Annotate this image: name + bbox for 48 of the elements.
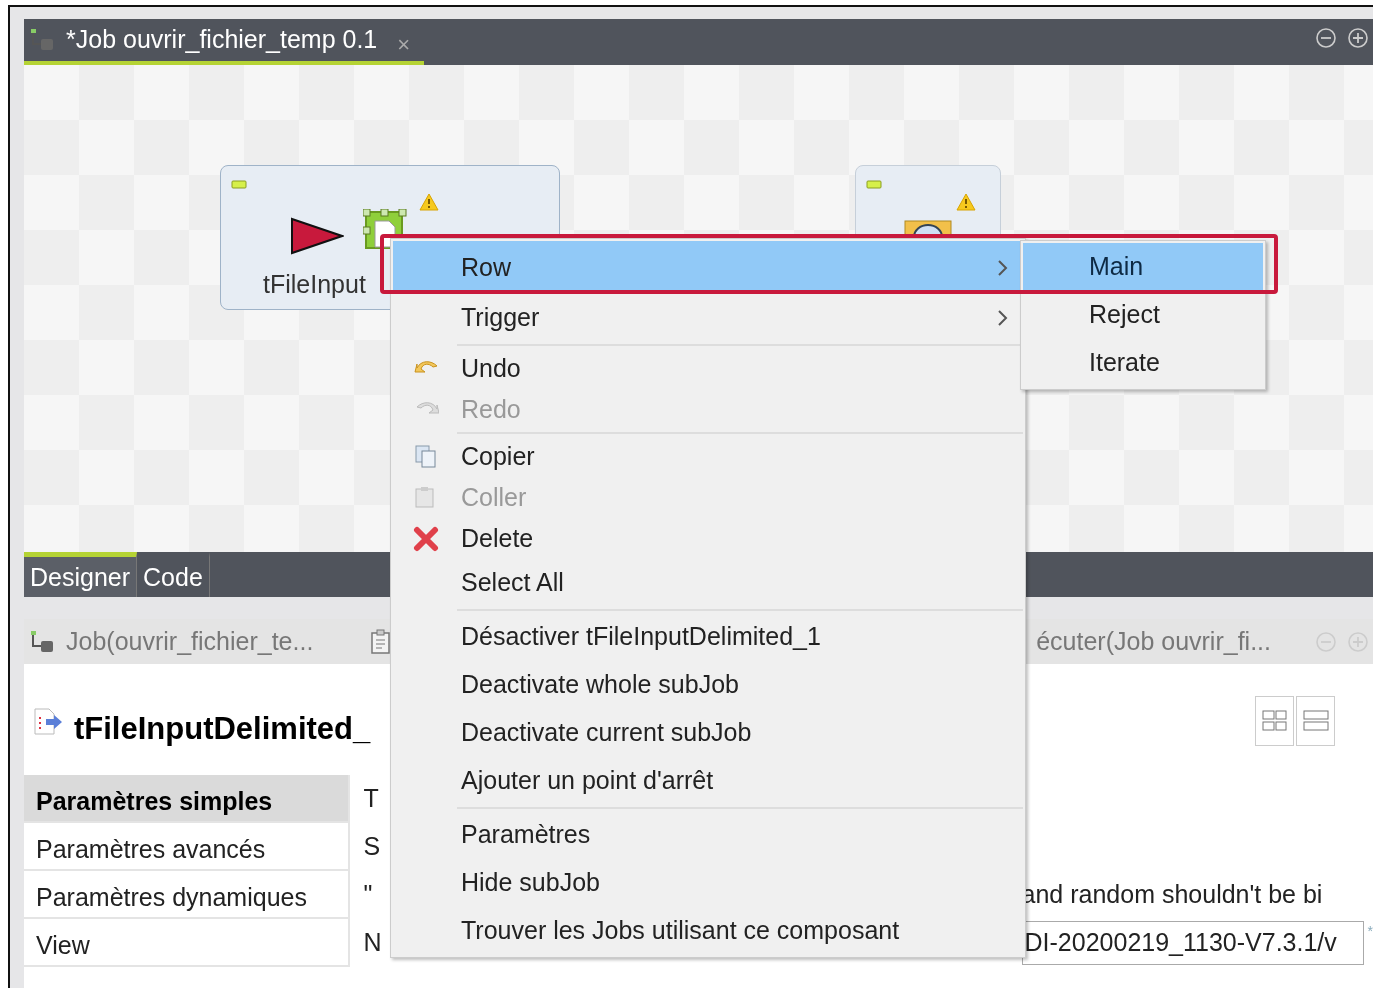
settings-section-item[interactable]: Paramètres dynamiques xyxy=(24,871,348,919)
chevron-right-icon xyxy=(997,309,1009,327)
chevron-right-icon xyxy=(997,258,1009,277)
panel-tab[interactable]: écuter(Job ouvrir_fi... xyxy=(1036,622,1271,661)
collapse-icon xyxy=(866,180,882,190)
menu-item[interactable]: Deactivate current subJob xyxy=(393,709,1023,757)
component-title: tFileInputDelimited_ xyxy=(74,710,371,748)
setting-label: " xyxy=(363,879,373,911)
settings-section-item[interactable]: View xyxy=(24,919,348,967)
warning-icon xyxy=(956,193,976,211)
job-icon xyxy=(30,629,56,654)
submenu-item[interactable]: Reject xyxy=(1023,291,1263,339)
settings-section-item[interactable]: Paramètres simples xyxy=(24,775,348,823)
menu-item[interactable]: Paramètres xyxy=(393,811,1023,859)
copy-icon xyxy=(413,443,439,470)
minimize-icon[interactable] xyxy=(1315,27,1337,49)
pointer-arrow-icon xyxy=(290,217,344,255)
menu-item[interactable]: Select All xyxy=(393,559,1023,607)
job-icon xyxy=(30,28,56,52)
required-mark: * xyxy=(1367,922,1373,941)
submenu-item[interactable]: Iterate xyxy=(1023,339,1263,387)
menu-item[interactable]: Undo xyxy=(393,348,1023,389)
warning-icon xyxy=(419,193,439,211)
menu-item[interactable]: Trouver les Jobs utilisant ce composant xyxy=(393,907,1023,955)
editor-mode-tab[interactable]: Designer xyxy=(24,552,138,597)
settings-section-item[interactable]: Paramètres avancés xyxy=(24,823,348,871)
grid-layout-icon xyxy=(1261,709,1288,733)
list-layout-button[interactable] xyxy=(1296,696,1335,746)
list-layout-icon xyxy=(1302,709,1329,733)
menu-item[interactable]: Copier xyxy=(393,436,1023,477)
menu-item[interactable]: Désactiver tFileInputDelimited_1 xyxy=(393,613,1023,661)
panel-tab[interactable]: Job(ouvrir_fichier_te... xyxy=(66,622,314,661)
submenu-item[interactable]: Main xyxy=(1023,243,1263,291)
tab-title: *Job ouvrir_fichier_temp 0.1 xyxy=(66,24,378,56)
component-label: tFileInput xyxy=(263,269,366,300)
menu-item[interactable]: Ajouter un point d'arrêt xyxy=(393,757,1023,805)
collapse-icon xyxy=(231,180,247,190)
file-path-field[interactable]: DI-20200219_1130-V7.3.1/v xyxy=(1021,921,1364,965)
grid-layout-button[interactable] xyxy=(1255,696,1294,746)
delete-x-icon xyxy=(413,525,439,552)
menu-item[interactable]: Deactivate whole subJob xyxy=(393,661,1023,709)
maximize-icon[interactable] xyxy=(1347,27,1369,49)
menu-item[interactable]: Delete xyxy=(393,518,1023,559)
setting-label: N xyxy=(363,927,382,959)
setting-label: T xyxy=(363,783,379,815)
menu-item[interactable]: Hide subJob xyxy=(393,859,1023,907)
file-input-icon xyxy=(32,706,64,736)
setting-label: S xyxy=(363,831,381,863)
